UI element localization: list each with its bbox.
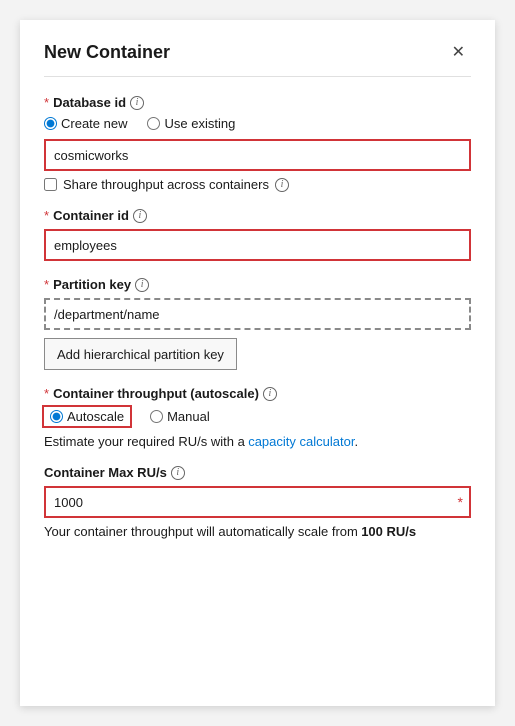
container-id-label-row: * Container id i	[44, 208, 471, 223]
autoscale-label: Autoscale	[67, 409, 124, 424]
manual-label: Manual	[167, 409, 210, 424]
estimate-text-start: Estimate your required RU/s with a	[44, 434, 245, 449]
partition-key-label-row: * Partition key i	[44, 277, 471, 292]
max-ru-label: Container Max RU/s	[44, 465, 167, 480]
bottom-text-start: Your container throughput will automatic…	[44, 524, 358, 539]
container-id-info-icon[interactable]: i	[133, 209, 147, 223]
max-ru-required-star: *	[458, 494, 463, 510]
throughput-info-icon[interactable]: i	[263, 387, 277, 401]
autoscale-radio[interactable]	[50, 410, 63, 423]
bottom-text-bold: 100 RU/s	[361, 524, 416, 539]
max-ru-section: Container Max RU/s i * Your container th…	[44, 465, 471, 539]
container-id-section: * Container id i	[44, 208, 471, 261]
share-throughput-info-icon[interactable]: i	[275, 178, 289, 192]
estimate-text: Estimate your required RU/s with a capac…	[44, 434, 471, 449]
partition-key-section: * Partition key i Add hierarchical parti…	[44, 277, 471, 370]
max-ru-label-row: Container Max RU/s i	[44, 465, 471, 480]
max-ru-input-wrapper: *	[44, 486, 471, 518]
manual-radio[interactable]	[150, 410, 163, 423]
capacity-calculator-link[interactable]: capacity calculator	[248, 434, 354, 449]
throughput-radio-row: Autoscale Manual	[44, 407, 471, 426]
database-id-info-icon[interactable]: i	[130, 96, 144, 110]
partition-key-label: Partition key	[53, 277, 131, 292]
partition-key-required-star: *	[44, 277, 49, 292]
autoscale-radio-label[interactable]: Autoscale	[44, 407, 130, 426]
share-throughput-checkbox[interactable]	[44, 178, 57, 191]
share-throughput-row: Share throughput across containers i	[44, 177, 471, 192]
dialog-header: New Container ✕	[44, 40, 471, 77]
create-new-radio-label[interactable]: Create new	[44, 116, 127, 131]
database-id-label: Database id	[53, 95, 126, 110]
manual-radio-label[interactable]: Manual	[150, 409, 210, 424]
dialog-title: New Container	[44, 42, 170, 63]
use-existing-radio-label[interactable]: Use existing	[147, 116, 235, 131]
max-ru-info-icon[interactable]: i	[171, 466, 185, 480]
estimate-text-end: .	[354, 434, 358, 449]
partition-key-info-icon[interactable]: i	[135, 278, 149, 292]
container-id-label: Container id	[53, 208, 129, 223]
share-throughput-label[interactable]: Share throughput across containers	[63, 177, 269, 192]
database-id-radio-row: Create new Use existing	[44, 116, 471, 131]
close-button[interactable]: ✕	[446, 40, 471, 64]
database-id-section: * Database id i Create new Use existing …	[44, 95, 471, 192]
database-id-input[interactable]	[44, 139, 471, 171]
container-id-required-star: *	[44, 208, 49, 223]
use-existing-label: Use existing	[164, 116, 235, 131]
container-id-input[interactable]	[44, 229, 471, 261]
database-id-label-row: * Database id i	[44, 95, 471, 110]
database-id-required-star: *	[44, 95, 49, 110]
throughput-required-star: *	[44, 386, 49, 401]
throughput-label-row: * Container throughput (autoscale) i	[44, 386, 471, 401]
throughput-section: * Container throughput (autoscale) i Aut…	[44, 386, 471, 449]
bottom-text: Your container throughput will automatic…	[44, 524, 471, 539]
new-container-dialog: New Container ✕ * Database id i Create n…	[20, 20, 495, 706]
throughput-label: Container throughput (autoscale)	[53, 386, 259, 401]
add-hierarchical-partition-key-button[interactable]: Add hierarchical partition key	[44, 338, 237, 370]
partition-key-input[interactable]	[44, 298, 471, 330]
max-ru-input[interactable]	[44, 486, 471, 518]
use-existing-radio[interactable]	[147, 117, 160, 130]
create-new-radio[interactable]	[44, 117, 57, 130]
create-new-label: Create new	[61, 116, 127, 131]
